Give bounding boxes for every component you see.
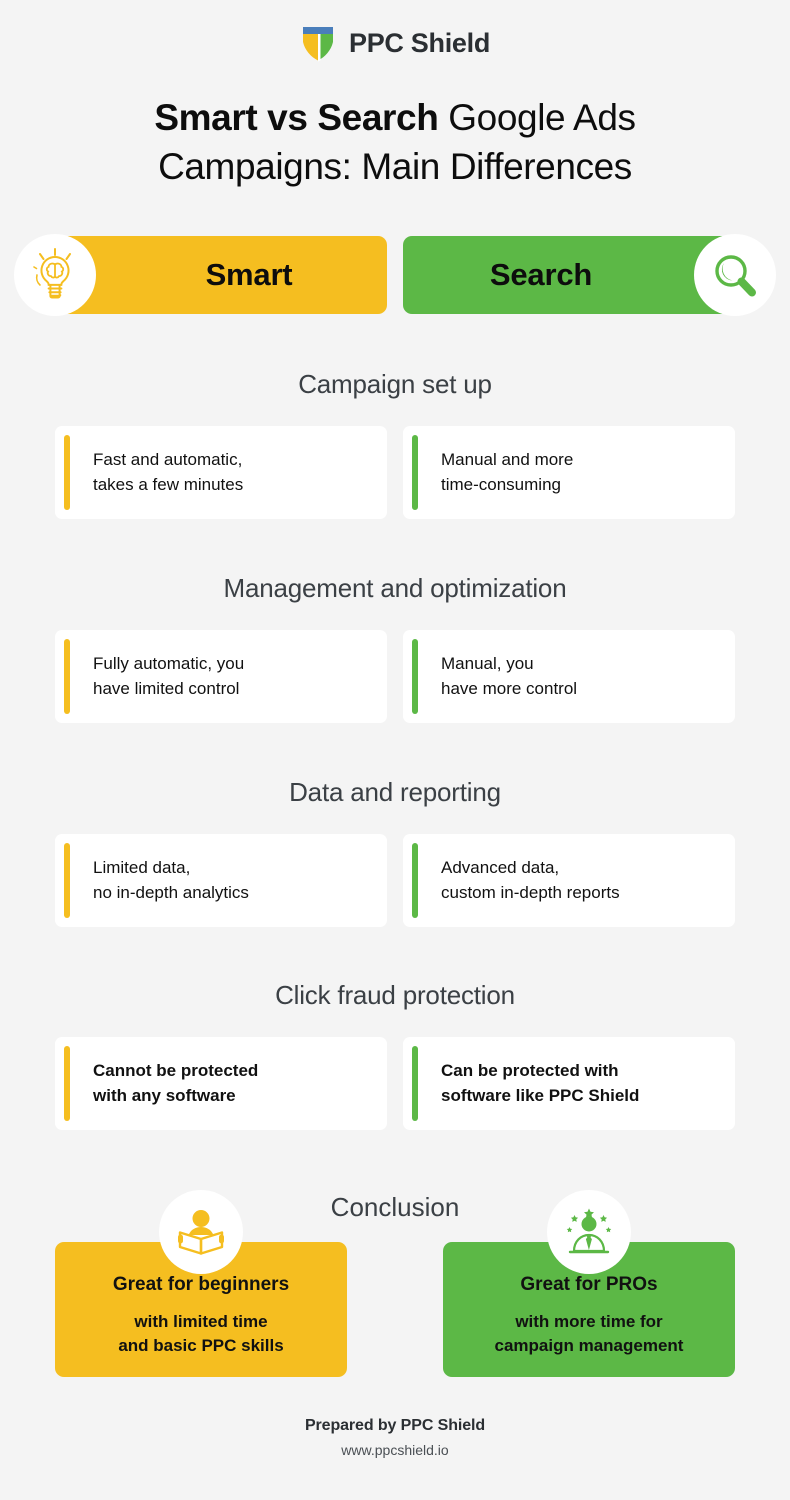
card-smart-text: Limited data, no in-depth analytics [93, 857, 249, 903]
accent-bar-green [412, 434, 418, 510]
card-smart-text: Cannot be protected with any software [93, 1060, 259, 1106]
card-search-text: Can be protected with software like PPC … [441, 1060, 640, 1106]
accent-bar-yellow [64, 842, 70, 918]
shield-icon [300, 23, 336, 63]
section-title: Click fraud protection [275, 979, 515, 1010]
comparison-section-campaign-set-up: Campaign set up Fast and automatic, take… [0, 369, 790, 519]
footer: Prepared by PPC Shield www.ppcshield.io [0, 1417, 790, 1458]
column-header-search-label: Search [489, 256, 593, 292]
card-search: Manual, you have more control [403, 629, 735, 723]
conclusion-smart-heading: Great for beginners [112, 1274, 290, 1296]
section-title: Management and optimization [223, 572, 567, 603]
conclusion-smart-body: with limited time and basic PPC skills [118, 1312, 284, 1356]
card-smart-text: Fully automatic, you have limited contro… [93, 653, 245, 699]
footer-prepared-by: Prepared by PPC Shield [304, 1417, 486, 1434]
card-search-text: Advanced data, custom in-depth reports [441, 857, 620, 903]
professional-with-stars-icon [547, 1189, 631, 1274]
accent-bar-green [412, 842, 418, 918]
column-header-search[interactable]: Search [403, 233, 776, 316]
conclusion-cards: Great for beginners with limited time an… [55, 1189, 735, 1377]
column-headers: Smart Search [0, 233, 790, 322]
section-title: Data and reporting [289, 776, 501, 807]
page-title: Smart vs Search Google Ads Campaigns: Ma… [0, 94, 790, 192]
card-smart: Fast and automatic, takes a few minutes [55, 425, 387, 519]
card-smart: Fully automatic, you have limited contro… [55, 629, 387, 723]
comparison-section-management-and-optimization: Management and optimization Fully automa… [0, 573, 790, 723]
magnifying-glass-icon [694, 233, 776, 316]
page-title-rest: Google Ads [438, 97, 636, 138]
section-title: Campaign set up [298, 368, 492, 399]
card-smart-text: Fast and automatic, takes a few minutes [93, 449, 244, 495]
conclusion-search-body: with more time for campaign management [494, 1312, 684, 1356]
comparison-row: Fully automatic, you have limited contro… [55, 629, 735, 723]
conclusion-search-heading: Great for PROs [520, 1274, 658, 1296]
brand-logo: PPC Shield [0, 0, 790, 62]
card-search-text: Manual, you have more control [441, 653, 578, 699]
accent-bar-yellow [64, 434, 70, 510]
person-reading-book-icon [159, 1189, 243, 1274]
page-title-bold: Smart vs Search [154, 97, 439, 138]
accent-bar-green [412, 1045, 418, 1121]
footer-url[interactable]: www.ppcshield.io [0, 1442, 790, 1458]
page-title-line2: Campaigns: Main Differences [158, 145, 632, 187]
conclusion-card-search: Great for PROs with more time for campai… [443, 1189, 735, 1377]
brand-name: PPC Shield [348, 27, 491, 58]
accent-bar-yellow [64, 1045, 70, 1121]
comparison-row: Cannot be protected with any software Ca… [55, 1036, 735, 1130]
accent-bar-yellow [64, 638, 70, 714]
comparison-section-click-fraud-protection: Click fraud protection Cannot be protect… [0, 980, 790, 1130]
lightbulb-brain-icon [14, 233, 96, 316]
card-search-text: Manual and more time-consuming [441, 449, 574, 495]
comparison-section-data-and-reporting: Data and reporting Limited data, no in-d… [0, 777, 790, 927]
card-search: Manual and more time-consuming [403, 425, 735, 519]
card-search: Can be protected with software like PPC … [403, 1036, 735, 1130]
conclusion-card-smart: Great for beginners with limited time an… [55, 1189, 347, 1377]
card-smart: Limited data, no in-depth analytics [55, 833, 387, 927]
column-header-smart-label: Smart [205, 256, 293, 292]
card-search: Advanced data, custom in-depth reports [403, 833, 735, 927]
card-smart: Cannot be protected with any software [55, 1036, 387, 1130]
conclusion-title: Conclusion [330, 1191, 460, 1222]
comparison-row: Fast and automatic, takes a few minutes … [55, 425, 735, 519]
infographic-page: PPC Shield Smart vs Search Google Ads Ca… [0, 0, 790, 1500]
accent-bar-green [412, 638, 418, 714]
conclusion-section: Conclusion Great for beginners with limi… [0, 1189, 790, 1377]
column-header-smart[interactable]: Smart [14, 233, 387, 316]
comparison-row: Limited data, no in-depth analytics Adva… [55, 833, 735, 927]
